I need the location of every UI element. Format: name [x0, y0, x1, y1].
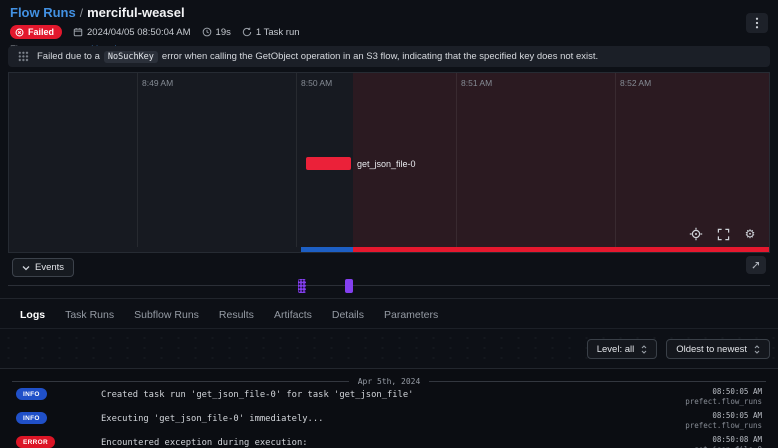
tab-details[interactable]: Details [332, 309, 364, 321]
page-header: Flow Runs/merciful-weasel Failed 2024/04… [0, 0, 778, 46]
log-entry: INFO Created task run 'get_json_file-0' … [16, 387, 762, 409]
log-filters: Level: all Oldest to newest [587, 339, 770, 359]
log-date-label: Apr 5th, 2024 [358, 377, 421, 386]
time-tick-label: 8:50 AM [301, 78, 332, 88]
error-summary-banner: Failed due to aNoSuchKeyerror when calli… [8, 46, 770, 67]
sort-arrows-icon [754, 345, 760, 354]
log-date-divider: Apr 5th, 2024 [12, 377, 766, 386]
log-timestamp: 08:50:05 AM [712, 387, 762, 396]
task-run-count-value: 1 Task run [256, 27, 300, 38]
time-tick-label: 8:49 AM [142, 78, 173, 88]
run-actions-menu-button[interactable] [746, 13, 768, 33]
page-title: merciful-weasel [87, 5, 185, 20]
breadcrumb: Flow Runs/merciful-weasel [10, 5, 768, 20]
breadcrumb-separator: / [76, 6, 87, 20]
tab-subflow-runs[interactable]: Subflow Runs [134, 309, 199, 321]
event-marker[interactable] [345, 279, 353, 293]
events-row: Events [8, 258, 770, 278]
error-code-chip: NoSuchKey [104, 51, 158, 63]
running-state-segment [301, 247, 353, 252]
log-entry: INFO Executing 'get_json_file-0' immedia… [16, 411, 762, 433]
error-summary-text: Failed due to aNoSuchKeyerror when calli… [37, 51, 598, 62]
log-logger-name: prefect.flow_runs [685, 421, 762, 430]
events-share-button[interactable] [746, 256, 766, 274]
gear-icon: ⚙ [745, 228, 756, 240]
share-icon [751, 260, 761, 270]
event-cluster-marker[interactable] [298, 279, 306, 293]
duration: 19s [202, 27, 231, 38]
events-mini-timeline [8, 278, 770, 294]
status-badge-label: Failed [28, 27, 54, 37]
level-filter-select[interactable]: Level: all [587, 339, 658, 359]
fullscreen-icon [717, 228, 730, 241]
section-divider [0, 298, 778, 299]
log-level-badge: INFO [16, 388, 47, 400]
tab-parameters[interactable]: Parameters [384, 309, 438, 321]
time-gridline [615, 73, 616, 247]
sort-order-value: Oldest to newest [676, 344, 747, 355]
log-timestamp: 08:50:05 AM [712, 411, 762, 420]
time-tick-label: 8:52 AM [620, 78, 651, 88]
detail-tabs: Logs Task Runs Subflow Runs Results Arti… [0, 305, 778, 325]
level-filter-value: Level: all [597, 344, 635, 355]
tab-logs[interactable]: Logs [20, 309, 45, 321]
failed-state-segment [353, 247, 769, 252]
chevron-down-icon [22, 265, 30, 271]
log-level-badge: INFO [16, 412, 47, 424]
locate-icon [689, 227, 703, 241]
failed-x-circle-icon [15, 28, 24, 37]
log-message: Created task run 'get_json_file-0' for t… [101, 390, 413, 400]
sort-arrows-icon [641, 345, 647, 354]
run-timeline-chart[interactable]: 8:49 AM 8:50 AM 8:51 AM 8:52 AM get_json… [8, 72, 770, 253]
sort-order-select[interactable]: Oldest to newest [666, 339, 770, 359]
timeline-controls: ⚙ [689, 227, 757, 241]
breadcrumb-flow-runs-link[interactable]: Flow Runs [10, 5, 76, 20]
events-timeline-line [8, 285, 770, 286]
events-toggle-label: Events [35, 262, 64, 273]
task-run-bar-label: get_json_file-0 [357, 159, 416, 169]
tab-results[interactable]: Results [219, 309, 254, 321]
duration-value: 19s [216, 27, 231, 38]
log-logger-name: prefect.flow_runs [685, 397, 762, 406]
divider-line [429, 381, 766, 382]
timeline-settings-button[interactable]: ⚙ [743, 227, 757, 241]
start-time-value: 2024/04/05 08:50:04 AM [87, 27, 191, 38]
start-time: 2024/04/05 08:50:04 AM [73, 27, 191, 38]
log-timestamp: 08:50:08 AM [712, 435, 762, 444]
log-message: Encountered exception during execution: [101, 438, 308, 448]
run-meta-row: Failed 2024/04/05 08:50:04 AM 19s 1 Task… [10, 25, 768, 39]
log-entry: ERROR Encountered exception during execu… [16, 435, 762, 448]
log-message: Executing 'get_json_file-0' immediately.… [101, 414, 323, 424]
logs-panel: Apr 5th, 2024 INFO Created task run 'get… [0, 368, 778, 448]
time-gridline [296, 73, 297, 247]
kebab-menu-icon [752, 17, 762, 29]
flow-run-page: Flow Runs/merciful-weasel Failed 2024/04… [0, 0, 778, 448]
tabs-divider [0, 328, 778, 329]
recenter-button[interactable] [689, 227, 703, 241]
status-badge: Failed [10, 25, 62, 39]
events-toggle-button[interactable]: Events [12, 258, 74, 277]
fullscreen-button[interactable] [716, 227, 730, 241]
divider-line [12, 381, 349, 382]
time-gridline [456, 73, 457, 247]
calendar-icon [73, 27, 83, 37]
time-tick-label: 8:51 AM [461, 78, 492, 88]
task-run-bar[interactable] [306, 157, 351, 170]
task-run-icon [242, 27, 252, 37]
log-level-badge: ERROR [16, 436, 55, 448]
time-gridline [137, 73, 138, 247]
error-summary-icon [18, 51, 29, 62]
task-run-count: 1 Task run [242, 27, 300, 38]
tab-artifacts[interactable]: Artifacts [274, 309, 312, 321]
tab-task-runs[interactable]: Task Runs [65, 309, 114, 321]
clock-icon [202, 27, 212, 37]
